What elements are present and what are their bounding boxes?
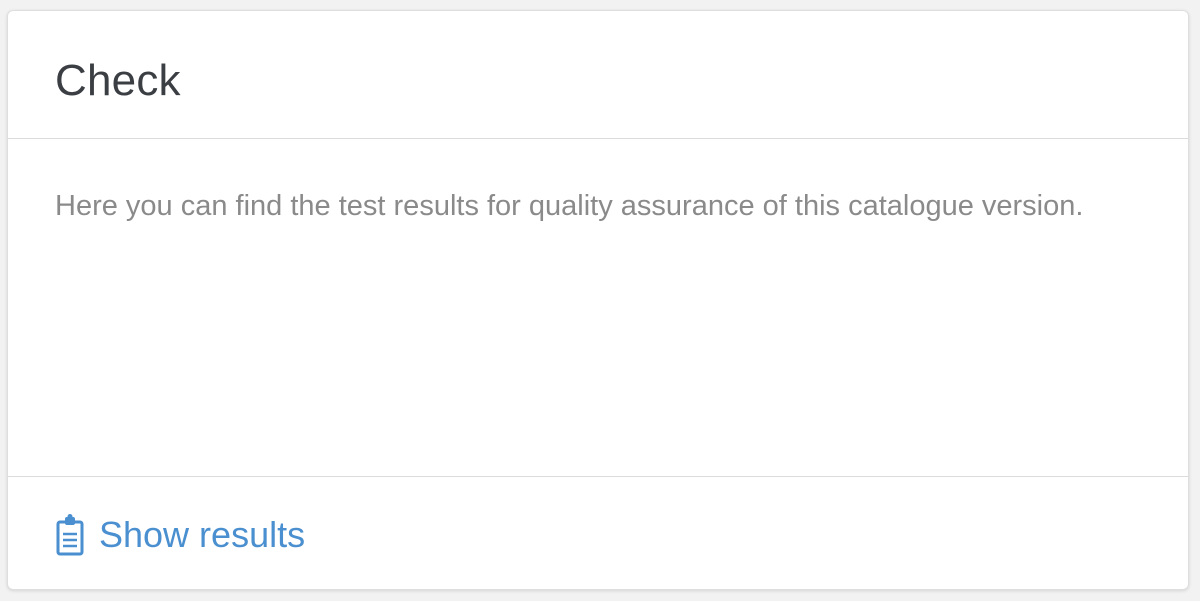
card-footer: Show results	[8, 477, 1188, 589]
check-card: Check Here you can find the test results…	[7, 10, 1189, 590]
card-title: Check	[55, 56, 181, 105]
show-results-label: Show results	[99, 514, 306, 555]
clipboard-icon	[55, 514, 85, 556]
show-results-link[interactable]: Show results	[55, 513, 305, 557]
card-description: Here you can find the test results for q…	[55, 190, 1084, 222]
card-body: Here you can find the test results for q…	[8, 139, 1188, 477]
card-header: Check	[8, 11, 1188, 139]
